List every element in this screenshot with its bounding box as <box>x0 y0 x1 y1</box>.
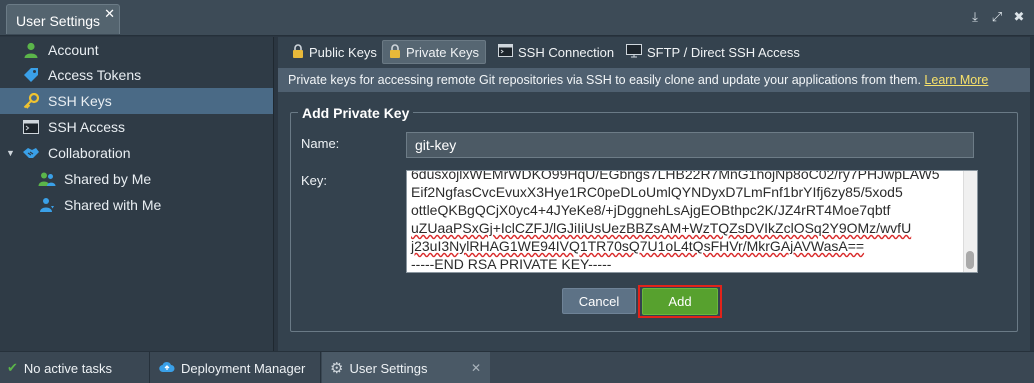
task-user-settings[interactable]: ⚙ User Settings ✕ <box>322 352 490 383</box>
sidebar-item-shared-by-me[interactable]: Shared by Me <box>0 166 273 192</box>
tab-private-keys[interactable]: Private Keys <box>382 40 486 64</box>
sidebar-item-account[interactable]: Account <box>0 37 273 63</box>
sidebar-item-label: Account <box>48 42 99 58</box>
window-tools: ⤓ ⤢ ✖ <box>968 9 1026 25</box>
tab-sftp-direct-ssh-access[interactable]: SFTP / Direct SSH Access <box>620 40 806 64</box>
sidebar-item-label: Shared by Me <box>64 171 152 187</box>
task-no-active-tasks[interactable]: ✔ No active tasks <box>0 352 150 383</box>
name-input[interactable] <box>406 132 974 158</box>
cancel-button[interactable]: Cancel <box>562 288 636 314</box>
sidebar-item-label: SSH Access <box>48 119 126 135</box>
name-label: Name: <box>301 136 340 151</box>
user-icon <box>22 41 40 59</box>
monitor-icon <box>626 43 642 61</box>
close-window-icon[interactable]: ✖ <box>1012 9 1026 25</box>
key-label: Key: <box>301 173 328 188</box>
title-bar: User Settings ✕ ⤓ ⤢ ✖ <box>0 0 1034 36</box>
sidebar-item-access-tokens[interactable]: Access Tokens <box>0 62 273 88</box>
key-line: uZUaaPSxGj+IclCZFJ/lGJiIiUsUezBBZsAM+WzT… <box>411 220 912 236</box>
tab-bar: Public Keys Private Keys SSH Connection … <box>278 37 1030 67</box>
main-content: Public Keys Private Keys SSH Connection … <box>278 37 1030 351</box>
key-line: 6dusxojlxWEMrWDKO99HqU/EGbngs7LHB22R7MnG… <box>411 170 940 182</box>
sidebar-item-shared-with-me[interactable]: Shared with Me <box>0 192 273 218</box>
tag-icon <box>22 66 40 84</box>
key-textarea[interactable]: 6dusxojlxWEMrWDKO99HqU/EGbngs7LHB22R7MnG… <box>406 170 978 273</box>
sidebar-item-ssh-access[interactable]: SSH Access <box>0 114 273 140</box>
task-label: No active tasks <box>23 360 113 376</box>
key-scrollbar[interactable] <box>963 171 977 272</box>
info-bar: Private keys for accessing remote Git re… <box>278 68 1030 92</box>
task-deployment-manager[interactable]: Deployment Manager <box>151 352 321 383</box>
sidebar-item-label: Collaboration <box>48 145 131 161</box>
scrollbar-thumb[interactable] <box>966 251 974 269</box>
key-line: Eif2NgfasCvcEvuxX3Hye1RC0peDLoUmlQYNDyxD… <box>411 184 903 200</box>
window-tab-user-settings[interactable]: User Settings ✕ <box>6 4 120 34</box>
learn-more-link[interactable]: Learn More <box>924 73 988 87</box>
caret-down-icon[interactable]: ▼ <box>6 148 18 158</box>
tab-ssh-connection[interactable]: SSH Connection <box>492 40 620 64</box>
check-icon: ✔ <box>7 360 18 375</box>
download-icon[interactable]: ⤓ <box>968 9 982 25</box>
key-text: 6dusxojlxWEMrWDKO99HqU/EGbngs7LHB22R7MnG… <box>411 170 959 272</box>
tab-label: Private Keys <box>406 44 479 60</box>
sidebar: Account Access Tokens SSH Keys SSH Acces… <box>0 37 274 351</box>
handshake-icon <box>22 144 40 162</box>
key-line: ottleQKBgQCjX0yc4+4JYeKe8/+jDggnehLsAjgE… <box>411 202 891 218</box>
key-icon <box>22 92 40 110</box>
close-icon[interactable]: ✕ <box>104 6 115 22</box>
sidebar-item-label: Access Tokens <box>48 67 142 83</box>
add-button[interactable]: Add <box>642 288 718 315</box>
panel-legend: Add Private Key <box>298 105 414 121</box>
expand-icon[interactable]: ⤢ <box>990 9 1004 25</box>
users-icon <box>38 170 56 188</box>
user-download-icon <box>38 196 56 214</box>
tab-public-keys[interactable]: Public Keys <box>286 40 383 64</box>
sidebar-item-label: Shared with Me <box>64 197 162 213</box>
sidebar-item-ssh-keys[interactable]: SSH Keys <box>0 88 273 114</box>
lock-icon <box>292 43 304 61</box>
tab-label: SFTP / Direct SSH Access <box>647 44 800 60</box>
lock-icon <box>389 43 401 61</box>
gear-icon: ⚙ <box>330 360 344 377</box>
sidebar-item-collaboration[interactable]: ▼ Collaboration <box>0 140 273 166</box>
key-line: j23uI3NylRHAG1WE94IVQ1TR70sQ7U1oL4tQsFHV… <box>411 238 865 254</box>
close-icon[interactable]: ✕ <box>471 361 481 375</box>
info-text: Private keys for accessing remote Git re… <box>288 73 921 87</box>
task-label: Deployment Manager <box>181 360 306 376</box>
taskbar: ✔ No active tasks Deployment Manager ⚙ U… <box>0 351 1034 383</box>
task-label: User Settings <box>349 360 428 376</box>
terminal-icon <box>498 44 513 60</box>
terminal-icon <box>22 118 40 136</box>
cloud-upload-icon <box>159 361 175 376</box>
tab-label: Public Keys <box>309 44 377 60</box>
tab-label: SSH Connection <box>518 44 615 60</box>
sidebar-item-label: SSH Keys <box>48 93 112 109</box>
window-tab-title: User Settings <box>16 13 101 29</box>
key-line: -----END RSA PRIVATE KEY----- <box>411 256 612 272</box>
